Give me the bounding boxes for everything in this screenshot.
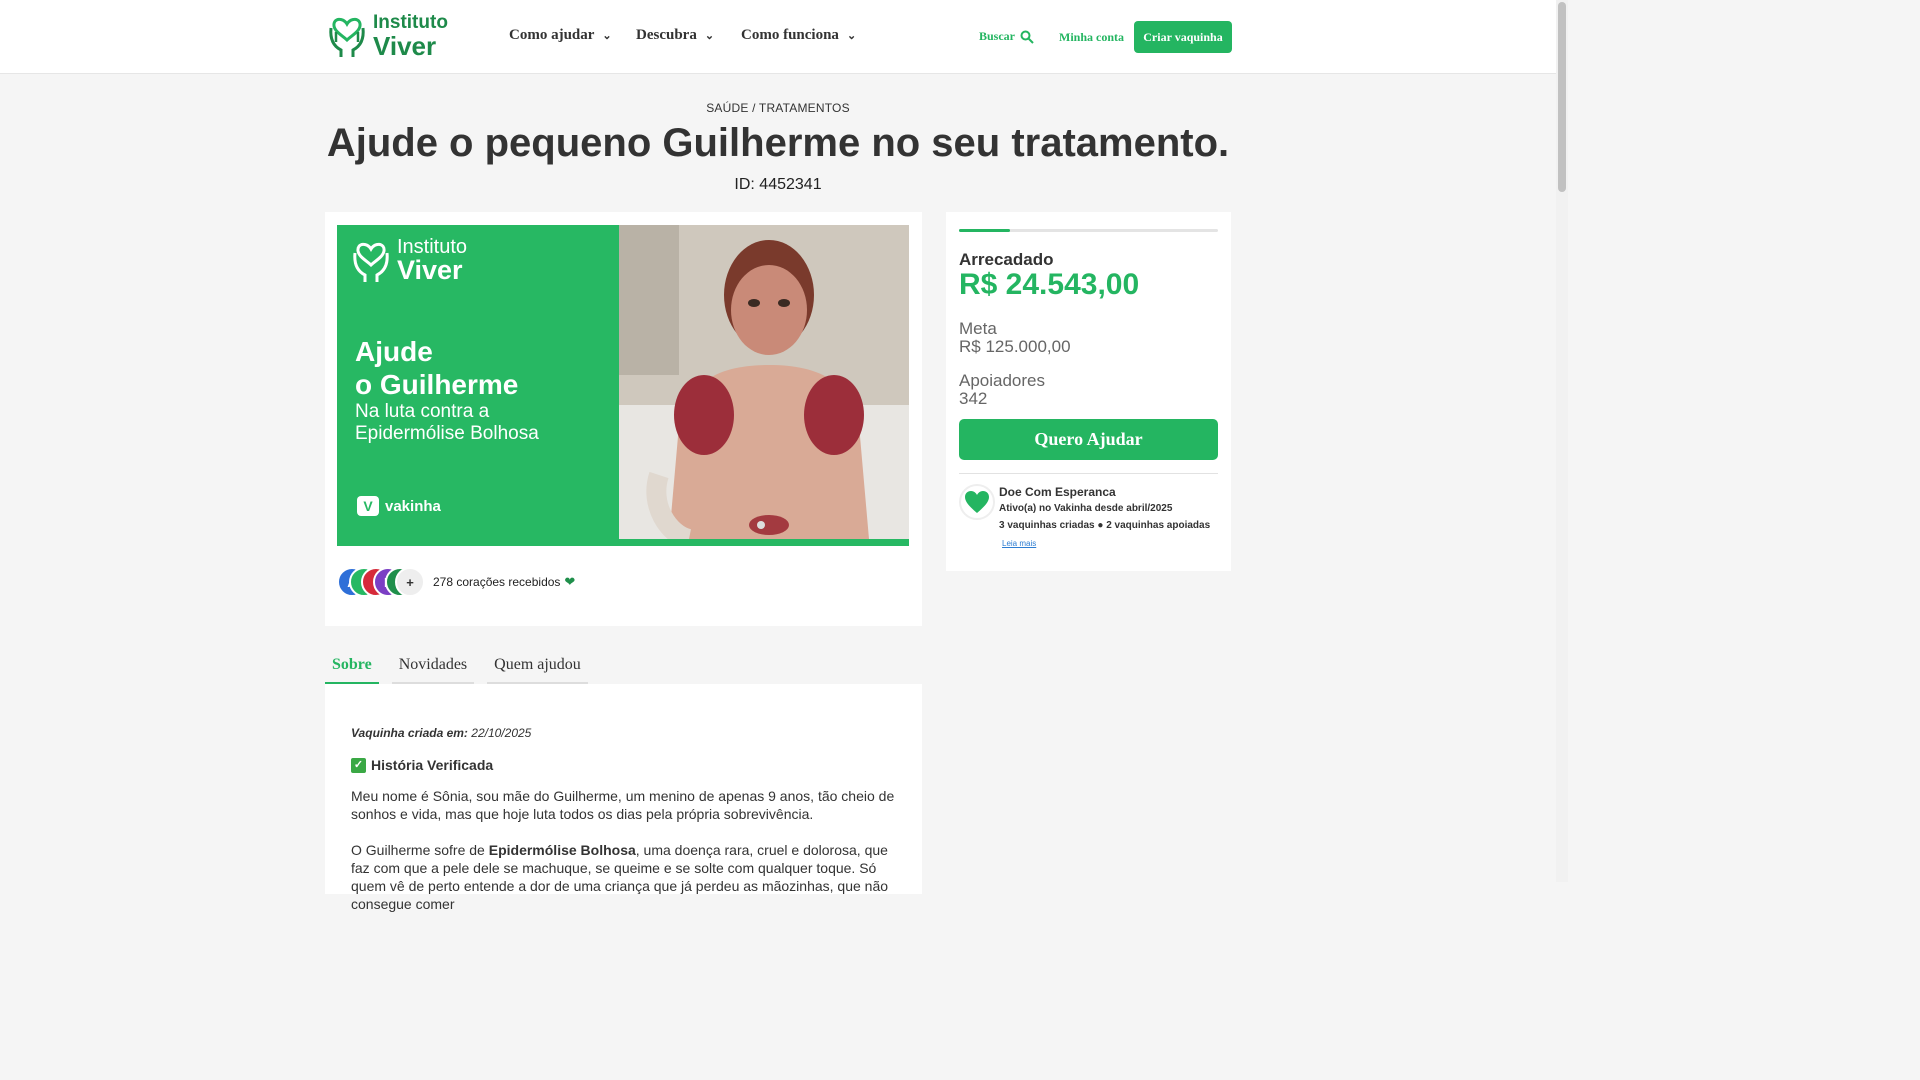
top-header: Instituto Viver Como ajudar ⌄ Descubra ⌄… (0, 0, 1556, 74)
tab-sobre[interactable]: Sobre (325, 648, 379, 684)
verified-label: História Verificada (371, 757, 494, 773)
chevron-down-icon: ⌄ (846, 30, 857, 42)
hands-heart-icon (353, 242, 389, 282)
story-paragraph-2: O Guilherme sofre de Epidermólise Bolhos… (351, 841, 896, 913)
banner-green-strip (337, 539, 909, 546)
campaigns-supported: 2 vaquinhas apoiadas (1106, 520, 1211, 531)
banner-subheadline: Na luta contra a Epidermólise Bolhosa (355, 401, 539, 445)
search-button[interactable]: Buscar (979, 29, 1034, 44)
logo-line-2: Viver (373, 31, 437, 61)
hands-heart-icon (329, 17, 365, 57)
bullet: ● (1097, 520, 1107, 531)
logo-line-1: Instituto (373, 12, 448, 33)
organizer-since: Ativo(a) no Vakinha desde abril/2025 (999, 503, 1173, 514)
vakinha-logo-icon: V (357, 496, 379, 516)
more-supporters-button[interactable]: + (395, 567, 425, 597)
organizer-name[interactable]: Doe Com Esperanca (999, 485, 1116, 499)
nav-como-funciona[interactable]: Como funciona ⌄ (741, 27, 856, 44)
page-scrollbar[interactable] (1556, 0, 1568, 882)
created-label: Vaquinha criada em: (351, 726, 468, 740)
story-text: O Guilherme sofre de (351, 842, 489, 858)
banner-logo-line-1: Instituto (397, 236, 468, 258)
tab-novidades[interactable]: Novidades (391, 648, 475, 684)
check-icon: ✓ (351, 757, 366, 773)
instituto-viver-logo[interactable]: Instituto Viver (327, 13, 448, 59)
goal-label: Meta (959, 319, 997, 338)
organizer-avatar[interactable] (959, 484, 995, 520)
child-photo (619, 225, 909, 546)
banner-brand-text: vakinha (385, 497, 441, 515)
created-date-line: Vaquinha criada em: 22/10/2025 (351, 724, 896, 742)
supporters-label: Apoiadores (959, 371, 1046, 390)
funding-progress-fill (959, 229, 1010, 232)
nav-descubra[interactable]: Descubra ⌄ (636, 27, 714, 44)
search-icon (1020, 30, 1034, 44)
campaign-tabs: Sobre Novidades Quem ajudou (325, 648, 601, 684)
banner-logo: Instituto Viver (351, 237, 467, 284)
supporter-avatars: A I L K + (337, 567, 427, 597)
create-vaquinha-button[interactable]: Criar vaquinha (1134, 21, 1232, 53)
donation-summary-card: Arrecadado R$ 24.543,00 Meta R$ 125.000,… (946, 212, 1231, 571)
about-section: Vaquinha criada em: 22/10/2025 ✓ Históri… (325, 684, 922, 912)
nav-label: Como funciona (741, 27, 839, 43)
campaign-banner-image: Instituto Viver Ajude o Guilherme Na lut… (337, 225, 909, 546)
organizer-stats: 3 vaquinhas criadas ● 2 vaquinhas apoiad… (999, 520, 1210, 531)
banner-headline-1: Ajude (355, 336, 433, 367)
banner-sub-1: Na luta contra a (355, 401, 490, 422)
heart-icon (965, 491, 989, 513)
banner-vakinha-brand: V vakinha (357, 496, 441, 516)
banner-logo-line-2: Viver (397, 255, 463, 285)
raised-value: R$ 24.543,00 (959, 268, 1140, 301)
banner-headline-2: o Guilherme (355, 369, 519, 400)
story-paragraph-1: Meu nome é Sônia, sou mãe do Guilherme, … (351, 788, 895, 822)
supporters-value: 342 (959, 389, 988, 408)
campaigns-created: 3 vaquinhas criadas (999, 520, 1095, 531)
my-account-link[interactable]: Minha conta (1059, 30, 1124, 45)
child-illustration (619, 225, 909, 546)
campaign-media-card: Instituto Viver Ajude o Guilherme Na lut… (325, 212, 922, 626)
nav-label: Como ajudar (509, 27, 595, 43)
heart-icon: ❤ (564, 574, 576, 589)
donate-button[interactable]: Quero Ajudar (959, 419, 1218, 460)
nav-como-ajudar[interactable]: Como ajudar ⌄ (509, 27, 612, 44)
hearts-count: 278 corações recebidos ❤ (433, 574, 575, 590)
divider (959, 473, 1218, 474)
disease-name: Epidermólise Bolhosa (488, 842, 636, 858)
campaign-category[interactable]: SAÚDE / TRATAMENTOS (0, 101, 1556, 115)
chevron-down-icon: ⌄ (602, 30, 612, 42)
search-label: Buscar (979, 29, 1015, 43)
banner-sub-2: Epidermólise Bolhosa (355, 423, 539, 444)
verified-story: ✓ História Verificada (351, 756, 896, 774)
funding-progress-bar (959, 229, 1218, 232)
banner-headline: Ajude o Guilherme (355, 335, 518, 401)
campaign-title: Ajude o pequeno Guilherme no seu tratame… (326, 121, 1230, 165)
nav-label: Descubra (636, 27, 697, 43)
created-date: 22/10/2025 (471, 726, 532, 740)
read-more-link[interactable]: Leia mais (1002, 539, 1036, 548)
hearts-received[interactable]: A I L K + 278 corações recebidos ❤ (337, 567, 575, 597)
chevron-down-icon: ⌄ (704, 30, 715, 42)
banner-green-panel: Instituto Viver Ajude o Guilherme Na lut… (337, 225, 619, 546)
hearts-count-text: 278 corações recebidos (433, 575, 561, 589)
tab-quem-ajudou[interactable]: Quem ajudou (487, 648, 588, 684)
goal-value: R$ 125.000,00 (959, 337, 1071, 356)
raised-label: Arrecadado (959, 250, 1054, 269)
campaign-id: ID: 4452341 (734, 176, 822, 193)
scrollbar-thumb[interactable] (1558, 2, 1566, 192)
